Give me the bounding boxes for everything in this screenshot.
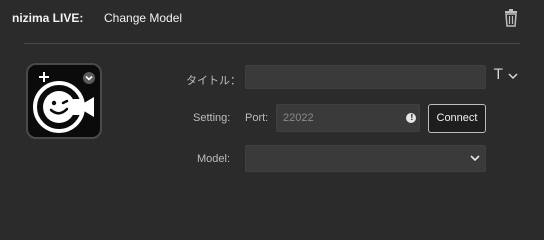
header: nizima LIVE: Change Model: [0, 0, 544, 40]
trash-icon[interactable]: [503, 9, 519, 27]
change-model-panel: nizima LIVE: Change Model タイトル： T Settin…: [0, 0, 544, 202]
nizima-live-logo-icon: [33, 81, 94, 133]
connect-button[interactable]: Connect: [428, 104, 486, 133]
app-name: nizima LIVE:: [12, 11, 84, 25]
plus-icon[interactable]: [37, 70, 51, 84]
chevron-down-icon[interactable]: [508, 72, 518, 80]
port-input[interactable]: 22022: [276, 104, 420, 132]
chevron-down-icon[interactable]: [83, 72, 95, 84]
chevron-down-icon[interactable]: [470, 154, 480, 162]
panel-title: Change Model: [104, 11, 183, 25]
text-format-icon[interactable]: T: [494, 67, 503, 83]
model-label: Model:: [197, 153, 231, 165]
port-label: Port:: [245, 112, 269, 124]
header-divider: [24, 43, 520, 44]
setting-label: Setting:: [193, 112, 231, 124]
title-input[interactable]: [245, 65, 486, 89]
port-placeholder: 22022: [283, 112, 314, 124]
title-label: タイトル：: [186, 75, 241, 87]
model-select[interactable]: [245, 145, 486, 172]
info-icon[interactable]: !: [406, 113, 416, 123]
model-thumbnail[interactable]: [26, 63, 102, 139]
